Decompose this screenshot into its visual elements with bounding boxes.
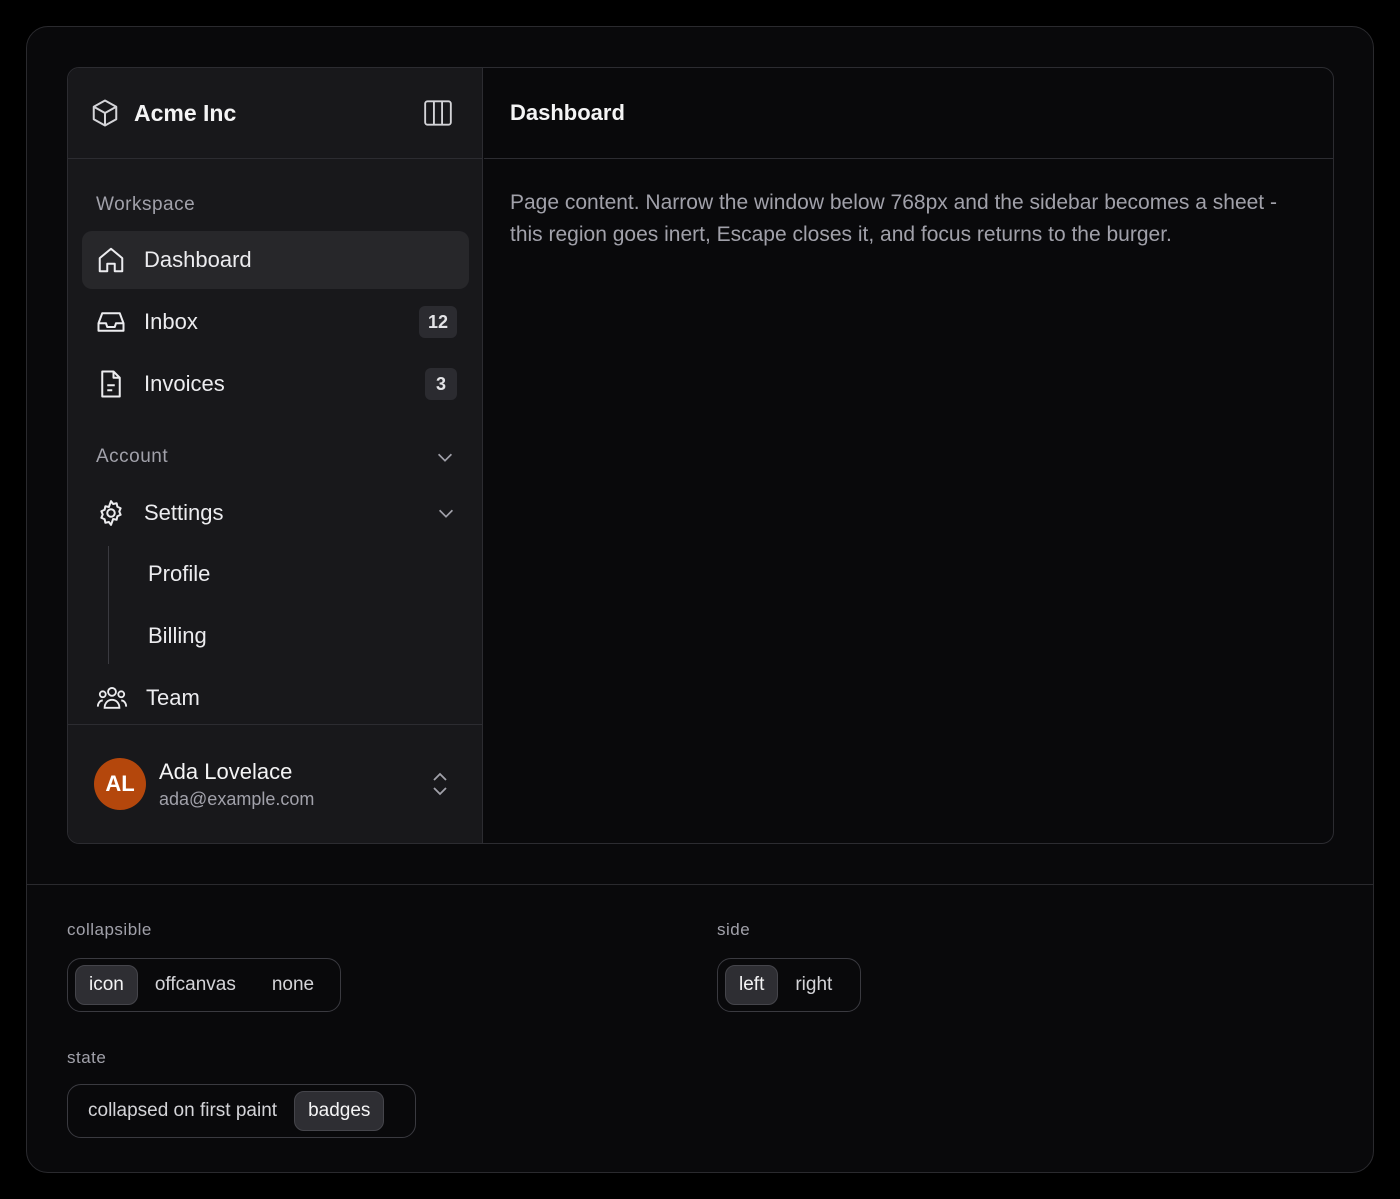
sidebar-item-label: Settings <box>144 500 224 525</box>
sidebar-header: Acme Inc <box>68 68 482 159</box>
workspace-label: Workspace <box>96 194 196 215</box>
home-icon <box>96 245 126 275</box>
submenu-line <box>108 546 109 664</box>
option-left[interactable]: left <box>725 965 779 1005</box>
app-frame: Acme Inc Workspace Dashboard Inbox 12 In… <box>67 67 1334 844</box>
chevron-down-icon <box>435 502 457 524</box>
option-offcanvas[interactable]: offcanvas <box>142 965 249 1005</box>
group-label-account[interactable]: Account <box>68 446 482 468</box>
option-badges[interactable]: badges <box>294 1091 385 1131</box>
avatar: AL <box>94 758 146 810</box>
sidebar-subitem-billing[interactable]: Billing <box>148 614 207 658</box>
sidebar-subitem-profile[interactable]: Profile <box>148 552 210 596</box>
divider <box>27 884 1373 885</box>
count-badge: 12 <box>418 306 457 338</box>
chevron-down-icon <box>434 446 456 468</box>
sidebar-item-invoices[interactable]: Invoices 3 <box>82 355 469 413</box>
option-right[interactable]: right <box>782 965 845 1005</box>
chevrons-up-down-icon <box>430 770 450 798</box>
sidebar-item-label: Dashboard <box>144 247 252 272</box>
count-badge: 3 <box>425 368 457 400</box>
sidebar-item-team[interactable]: Team <box>82 669 469 727</box>
sidebar-item-settings[interactable]: Settings <box>82 484 469 542</box>
sidebar-item-label: Inbox <box>144 309 198 334</box>
main-region: Dashboard Page content. Narrow the windo… <box>484 68 1333 843</box>
sidebar-toggle-icon[interactable] <box>424 100 452 126</box>
gear-icon <box>96 498 126 528</box>
box-icon <box>90 98 120 128</box>
option-icon[interactable]: icon <box>75 965 138 1005</box>
sidebar: Acme Inc Workspace Dashboard Inbox 12 In… <box>68 68 483 843</box>
option-collapsed-on-first-paint[interactable]: collapsed on first paint <box>75 1091 290 1131</box>
file-icon <box>96 369 126 399</box>
user-info: Ada Lovelace ada@example.com <box>159 759 430 810</box>
state-toggle-group: collapsed on first paint badges <box>67 1084 416 1138</box>
control-label-state: state <box>67 1048 107 1067</box>
group-label-workspace: Workspace <box>68 194 482 216</box>
collapsible-segmented-control: icon offcanvas none <box>67 958 341 1012</box>
inbox-icon <box>96 307 126 337</box>
user-email: ada@example.com <box>159 788 315 809</box>
demo-panel: Acme Inc Workspace Dashboard Inbox 12 In… <box>26 26 1374 1173</box>
control-label-side: side <box>717 920 751 939</box>
brand-name: Acme Inc <box>134 99 237 126</box>
sidebar-item-inbox[interactable]: Inbox 12 <box>82 293 469 351</box>
sidebar-item-label: Invoices <box>144 371 225 396</box>
control-label-collapsible: collapsible <box>67 920 152 939</box>
sidebar-item-label: Team <box>146 685 200 710</box>
side-segmented-control: left right <box>717 958 861 1012</box>
page-content: Page content. Narrow the window below 76… <box>510 191 1277 246</box>
user-name: Ada Lovelace <box>159 758 293 784</box>
page-title: Dashboard <box>484 68 1333 159</box>
option-none[interactable]: none <box>259 965 327 1005</box>
brand[interactable]: Acme Inc <box>90 98 424 128</box>
users-icon <box>96 683 128 713</box>
user-menu[interactable]: AL Ada Lovelace ada@example.com <box>68 724 482 843</box>
account-label: Account <box>96 446 169 467</box>
sidebar-item-dashboard[interactable]: Dashboard <box>82 231 469 289</box>
